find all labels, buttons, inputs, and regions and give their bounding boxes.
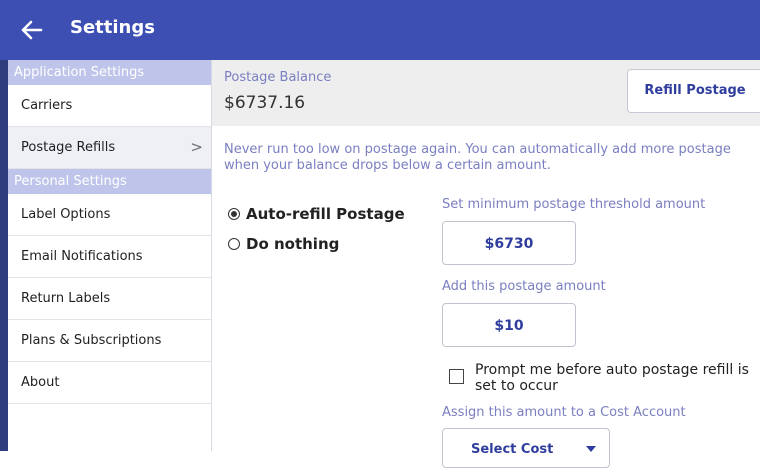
- page-title: Settings: [70, 17, 155, 38]
- app-header: Settings: [0, 0, 760, 60]
- section-header-application-settings: Application Settings: [8, 60, 211, 85]
- sidebar-item-label: Label Options: [21, 207, 111, 222]
- sidebar-item-return-labels[interactable]: Return Labels: [8, 278, 211, 320]
- sidebar-item-label: Plans & Subscriptions: [21, 333, 162, 348]
- cost-account-select-value: Select Cost: [471, 442, 554, 457]
- sidebar-item-carriers[interactable]: Carriers: [8, 85, 211, 127]
- sidebar: Application Settings Carriers Postage Re…: [8, 60, 212, 451]
- do-nothing-label: Do nothing: [246, 235, 340, 253]
- do-nothing-radio[interactable]: Do nothing: [228, 235, 339, 253]
- refill-postage-button[interactable]: Refill Postage: [627, 69, 760, 113]
- prompt-checkbox-label: Prompt me before auto postage refill is …: [475, 362, 749, 394]
- sidebar-item-label: About: [21, 375, 60, 390]
- sidebar-item-email-notifications[interactable]: Email Notifications: [8, 236, 211, 278]
- cost-account-label: Assign this amount to a Cost Account: [442, 405, 686, 420]
- chevron-right-icon: >: [190, 138, 203, 156]
- balance-label: Postage Balance: [224, 70, 332, 85]
- sidebar-item-about[interactable]: About: [8, 362, 211, 404]
- prompt-checkbox[interactable]: [449, 369, 464, 384]
- auto-refill-radio[interactable]: Auto-refill Postage: [228, 205, 405, 223]
- arrow-left-icon: [21, 20, 43, 40]
- balance-value: $6737.16: [224, 93, 306, 113]
- back-button[interactable]: [14, 12, 50, 48]
- radio-selected-icon: [228, 208, 240, 220]
- sidebar-item-label: Email Notifications: [21, 249, 143, 264]
- sidebar-item-label: Return Labels: [21, 291, 111, 306]
- radio-unselected-icon: [228, 238, 240, 250]
- section-header-personal-settings: Personal Settings: [8, 169, 211, 194]
- auto-refill-label: Auto-refill Postage: [246, 205, 405, 223]
- sidebar-item-plans-subscriptions[interactable]: Plans & Subscriptions: [8, 320, 211, 362]
- cost-account-select[interactable]: Select Cost: [442, 428, 610, 468]
- window-edge: [0, 60, 8, 451]
- sidebar-item-label-options[interactable]: Label Options: [8, 194, 211, 236]
- threshold-label: Set minimum postage threshold amount: [442, 197, 706, 212]
- refill-info-text: Never run too low on postage again. You …: [224, 142, 731, 173]
- add-amount-label: Add this postage amount: [442, 279, 606, 294]
- sidebar-item-label: Postage Refills: [21, 140, 116, 155]
- threshold-amount-input[interactable]: $6730: [442, 221, 576, 265]
- caret-down-icon: [586, 446, 596, 452]
- sidebar-item-postage-refills[interactable]: Postage Refills >: [8, 127, 211, 169]
- balance-bar: Postage Balance $6737.16 Refill Postage: [212, 60, 760, 126]
- sidebar-item-label: Carriers: [21, 98, 73, 113]
- add-amount-input[interactable]: $10: [442, 303, 576, 347]
